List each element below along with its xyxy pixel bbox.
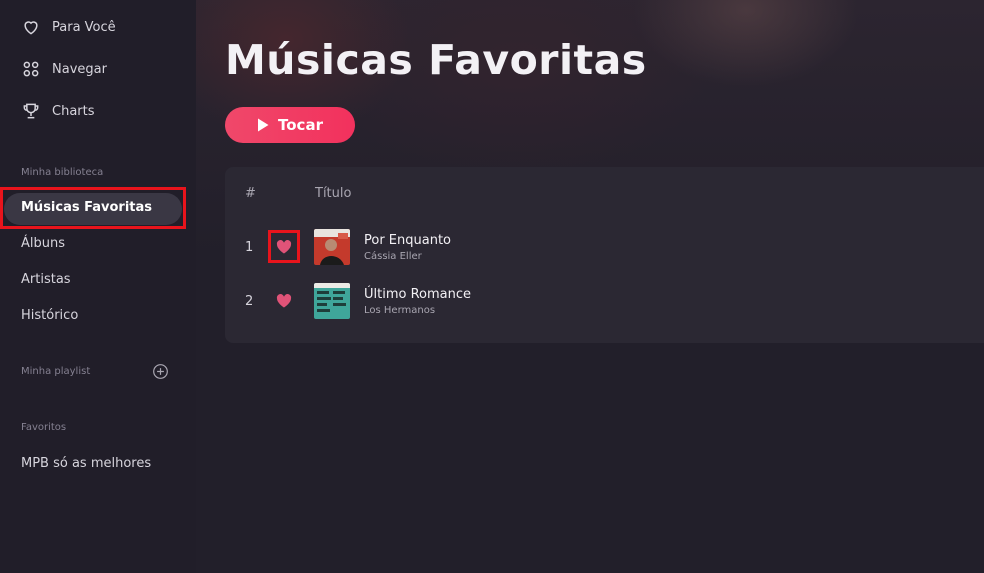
playlist-section-label: Minha playlist xyxy=(21,366,91,377)
album-art xyxy=(314,283,350,319)
annotation-highlight-box xyxy=(0,187,186,229)
column-header-number: # xyxy=(245,186,256,201)
nav-item-label: Charts xyxy=(52,103,95,119)
track-artist[interactable]: Cássia Eller xyxy=(364,251,422,262)
play-button[interactable]: Tocar xyxy=(225,107,355,143)
favorites-item-mpb[interactable]: MPB só as melhores xyxy=(21,456,151,471)
nav-item-label: Para Você xyxy=(52,19,116,35)
nav-item-para-voce[interactable]: Para Você xyxy=(20,15,116,39)
tracks-table: # Título 1 Por Enquanto Cássia Eller 2 Ú… xyxy=(225,167,984,343)
nav-item-label: Navegar xyxy=(52,61,107,77)
library-item-historico[interactable]: Histórico xyxy=(21,308,78,323)
table-row[interactable]: 2 Último Romance Los Hermanos xyxy=(225,282,984,322)
page-title: Músicas Favoritas xyxy=(225,36,647,84)
nav-item-navegar[interactable]: Navegar xyxy=(20,57,107,81)
track-number: 2 xyxy=(245,294,254,309)
table-row[interactable]: 1 Por Enquanto Cássia Eller xyxy=(225,228,984,268)
sidebar: Para Você Navegar Charts Minha bibliotec… xyxy=(0,0,196,573)
track-title[interactable]: Por Enquanto xyxy=(364,233,451,248)
library-section-label: Minha biblioteca xyxy=(21,167,104,178)
grid-icon xyxy=(20,58,42,80)
track-artist[interactable]: Los Hermanos xyxy=(364,305,435,316)
track-number: 1 xyxy=(245,240,254,255)
annotation-highlight-box xyxy=(268,230,300,263)
library-item-albuns[interactable]: Álbuns xyxy=(21,236,65,251)
heart-filled-icon[interactable] xyxy=(276,294,292,308)
favorites-section-label: Favoritos xyxy=(21,422,67,433)
main-content: Músicas Favoritas Tocar # Título 1 Por E… xyxy=(196,0,984,573)
plus-circle-icon[interactable] xyxy=(152,363,169,380)
play-button-label: Tocar xyxy=(278,116,323,134)
library-item-artistas[interactable]: Artistas xyxy=(21,272,71,287)
album-art xyxy=(314,229,350,265)
heart-outline-icon xyxy=(20,16,42,38)
trophy-icon xyxy=(20,100,42,122)
column-header-title: Título xyxy=(315,186,352,201)
nav-item-charts[interactable]: Charts xyxy=(20,99,95,123)
track-title[interactable]: Último Romance xyxy=(364,287,471,302)
play-icon xyxy=(258,118,269,132)
